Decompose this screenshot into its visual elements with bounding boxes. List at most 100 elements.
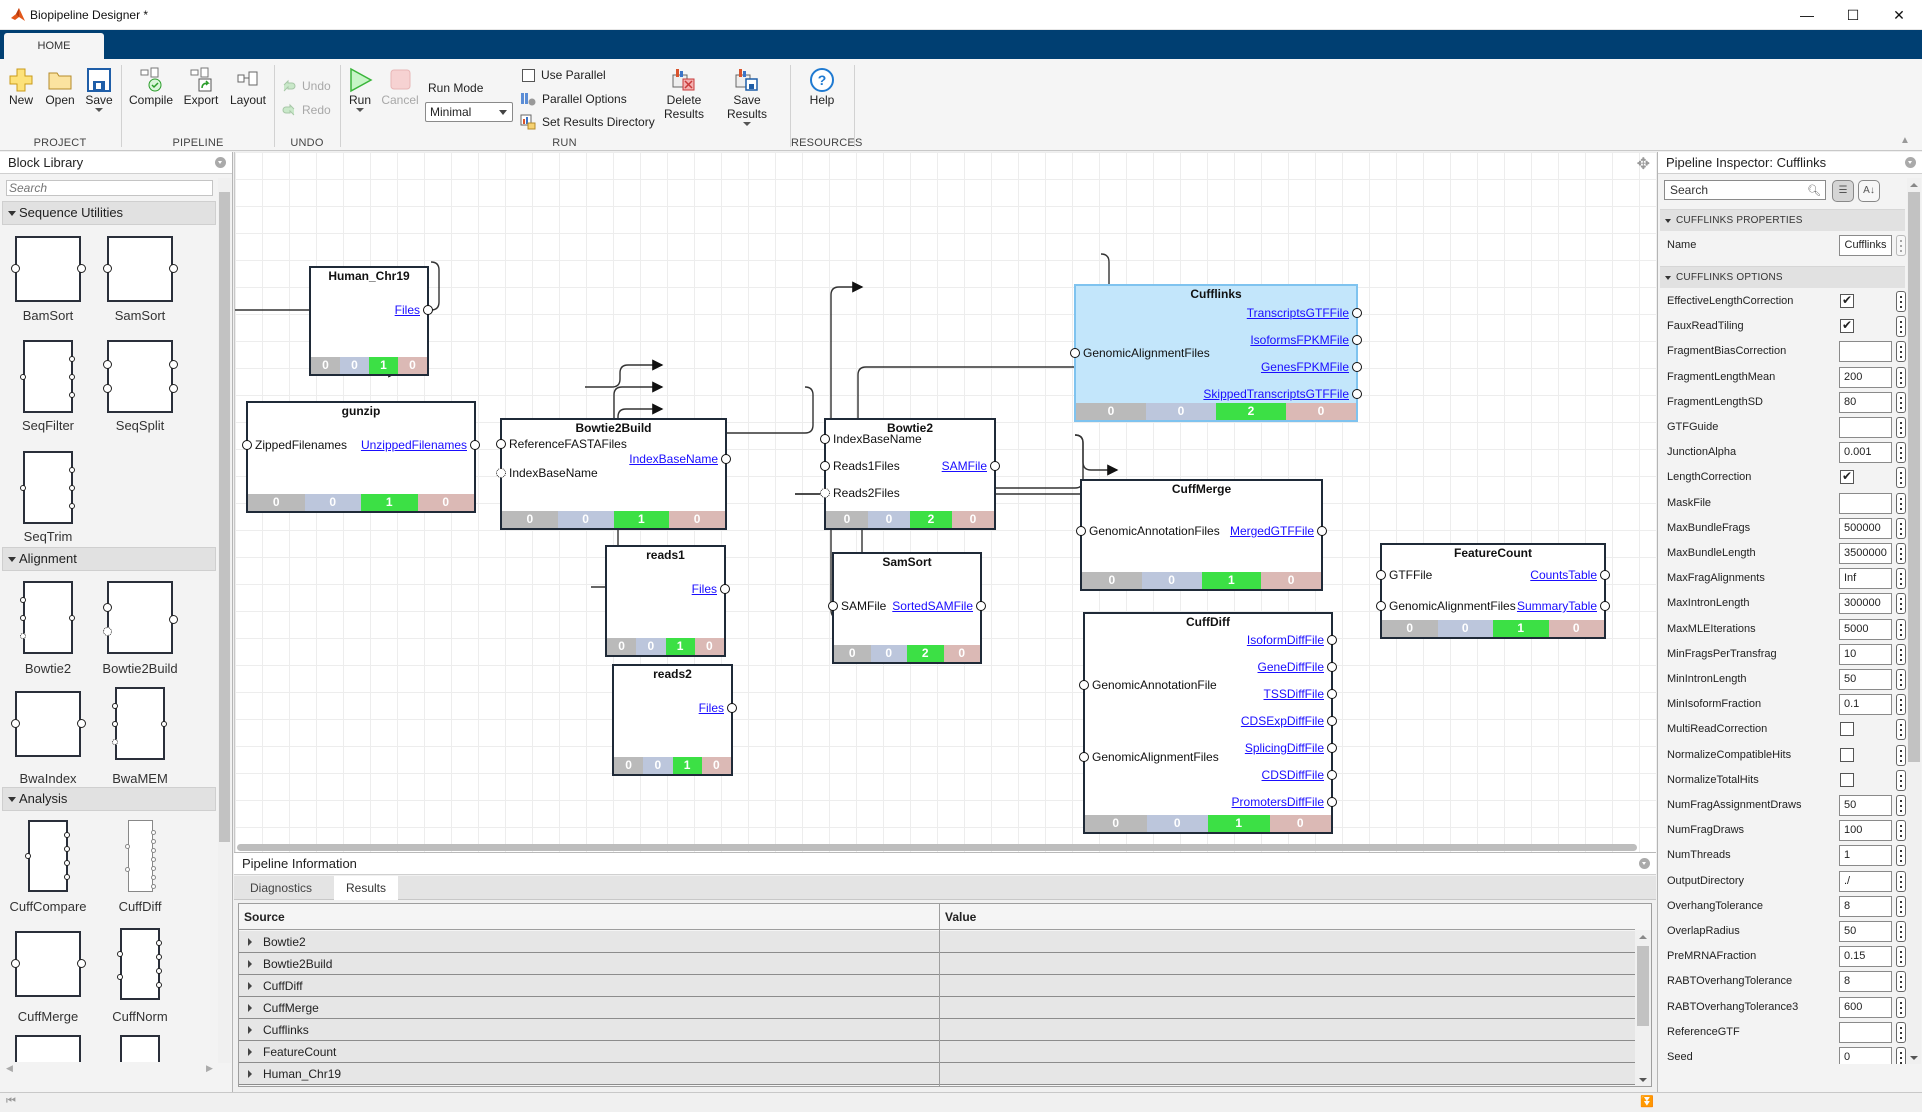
output-port-link[interactable]: Files bbox=[395, 303, 420, 317]
more-options-icon[interactable] bbox=[1896, 492, 1906, 514]
option-value-field[interactable]: 100 bbox=[1839, 820, 1892, 842]
library-block-samsort[interactable]: SamSort bbox=[95, 236, 185, 326]
new-button[interactable]: New bbox=[6, 67, 36, 107]
close-button[interactable]: ✕ bbox=[1876, 0, 1922, 30]
more-options-icon[interactable] bbox=[1896, 568, 1906, 590]
library-block-partial[interactable] bbox=[3, 1035, 93, 1062]
scroll-up-icon[interactable] bbox=[1910, 183, 1918, 187]
more-options-icon[interactable] bbox=[1896, 669, 1906, 690]
pipeline-block-reads2[interactable]: reads2 Files 0 0 1 0 bbox=[612, 664, 737, 776]
output-port-icon[interactable] bbox=[1327, 743, 1337, 753]
pipeline-block-cuffmerge[interactable]: CuffMerge GenomicAnnotationFiles MergedGTF… bbox=[1076, 479, 1327, 591]
more-options-icon[interactable] bbox=[1896, 1047, 1906, 1064]
run-button[interactable]: Run bbox=[346, 67, 374, 112]
output-port-icon[interactable] bbox=[1327, 662, 1337, 672]
output-port-icon[interactable] bbox=[1327, 716, 1337, 726]
panel-menu-icon[interactable] bbox=[1905, 157, 1916, 168]
output-port-link[interactable]: UnzippedFilenames bbox=[361, 438, 467, 452]
more-options-icon[interactable] bbox=[1896, 442, 1906, 464]
more-options-icon[interactable] bbox=[1896, 341, 1906, 363]
pipeline-block-reads1[interactable]: reads1 Files 0 0 1 0 bbox=[605, 545, 730, 657]
save-button[interactable]: Save bbox=[84, 67, 114, 112]
library-block-seqtrim[interactable]: SeqTrim bbox=[3, 451, 93, 547]
set-results-directory-button[interactable]: Set Results Directory bbox=[520, 114, 655, 130]
scrollbar-thumb[interactable] bbox=[219, 192, 230, 842]
more-options-icon[interactable] bbox=[1896, 895, 1906, 917]
pipeline-canvas[interactable]: Human_Chr19 Files 0 0 1 0 gunzip ZippedFilename… bbox=[234, 152, 1656, 852]
more-options-icon[interactable] bbox=[1896, 316, 1906, 338]
output-port-link[interactable]: TSSDiffFile bbox=[1264, 687, 1324, 701]
output-port-link[interactable]: SAMFile bbox=[942, 459, 987, 473]
tab-diagnostics[interactable]: Diagnostics bbox=[238, 876, 324, 900]
input-port-icon[interactable] bbox=[820, 434, 830, 444]
collapse-ribbon-icon[interactable]: ▲ bbox=[1900, 135, 1910, 146]
expand-arrow-icon[interactable] bbox=[248, 1048, 252, 1056]
option-value-field[interactable]: 300000 bbox=[1839, 593, 1892, 615]
library-block-partial[interactable] bbox=[95, 1035, 185, 1062]
output-port-link[interactable]: TranscriptsGTFFile bbox=[1247, 306, 1349, 320]
more-options-icon[interactable] bbox=[1896, 769, 1906, 791]
collapse-panel-icon[interactable]: ⏬ bbox=[1640, 1095, 1654, 1108]
input-port-icon[interactable] bbox=[496, 439, 506, 449]
input-port-icon[interactable] bbox=[828, 601, 838, 611]
output-port-icon[interactable] bbox=[990, 461, 1000, 471]
panel-menu-icon[interactable] bbox=[215, 157, 226, 168]
output-port-link[interactable]: CDSDiffFile bbox=[1262, 768, 1324, 782]
option-value-field[interactable]: ./ bbox=[1839, 870, 1892, 892]
expand-arrow-icon[interactable] bbox=[248, 1026, 252, 1034]
library-block-bowtie2build[interactable]: Bowtie2Build bbox=[95, 581, 185, 677]
pipeline-block-b2build[interactable]: Bowtie2Build ReferenceFASTAFiles IndexBase… bbox=[496, 418, 731, 530]
more-options-icon[interactable] bbox=[1896, 845, 1906, 867]
option-value-field[interactable]: 0.001 bbox=[1839, 442, 1892, 464]
output-port-icon[interactable] bbox=[1352, 308, 1362, 318]
option-checkbox[interactable] bbox=[1840, 722, 1854, 737]
scrollbar-thumb[interactable] bbox=[1637, 946, 1649, 1026]
expand-arrow-icon[interactable] bbox=[248, 1070, 252, 1078]
option-value-field[interactable]: 600 bbox=[1839, 996, 1892, 1018]
expand-arrow-icon[interactable] bbox=[248, 960, 252, 968]
expand-arrow-icon[interactable] bbox=[248, 938, 252, 946]
output-port-icon[interactable] bbox=[1317, 526, 1327, 536]
results-row[interactable]: FeatureCount bbox=[239, 1041, 1635, 1063]
results-vertical-scrollbar[interactable] bbox=[1635, 930, 1651, 1086]
more-options-icon[interactable] bbox=[1896, 946, 1906, 968]
column-divider[interactable] bbox=[939, 904, 940, 1086]
panel-menu-icon[interactable] bbox=[1639, 858, 1650, 869]
undo-button[interactable]: Undo bbox=[282, 79, 331, 93]
more-options-icon[interactable] bbox=[1896, 517, 1906, 539]
scroll-right-icon[interactable]: ▶ bbox=[206, 1063, 213, 1074]
column-header-source[interactable]: Source bbox=[244, 910, 285, 924]
more-options-icon[interactable] bbox=[1896, 593, 1906, 615]
more-options-icon[interactable] bbox=[1896, 971, 1906, 993]
output-port-icon[interactable] bbox=[1327, 770, 1337, 780]
option-value-field[interactable]: 500000 bbox=[1839, 517, 1892, 539]
more-options-icon[interactable] bbox=[1896, 795, 1906, 816]
parallel-options-button[interactable]: Parallel Options bbox=[520, 91, 627, 107]
library-block-cuffdiff[interactable]: CuffDiff bbox=[95, 820, 185, 920]
more-options-icon[interactable] bbox=[1896, 1021, 1906, 1043]
library-block-cuffmerge[interactable]: CuffMerge bbox=[3, 931, 93, 1027]
results-row[interactable]: Bowtie2 bbox=[239, 931, 1635, 953]
category-analysis[interactable]: Analysis bbox=[2, 787, 216, 811]
input-port-icon[interactable] bbox=[820, 488, 830, 498]
output-port-icon[interactable] bbox=[1352, 335, 1362, 345]
category-sequence-utilities[interactable]: Sequence Utilities bbox=[2, 201, 216, 225]
pipeline-block-gunzip[interactable]: gunzip ZippedFilenames UnzippedFilenames 0 0… bbox=[242, 401, 480, 513]
save-results-button[interactable]: Save Results bbox=[712, 67, 782, 126]
library-block-cuffnorm[interactable]: CuffNorm bbox=[95, 928, 185, 1028]
option-checkbox[interactable] bbox=[1840, 469, 1854, 485]
more-options-icon[interactable] bbox=[1896, 366, 1906, 388]
output-port-link[interactable]: GeneDiffFile bbox=[1258, 660, 1324, 674]
output-port-link[interactable]: PromotersDiffFile bbox=[1232, 795, 1324, 809]
save-results-dropdown-arrow-icon[interactable] bbox=[743, 122, 751, 126]
more-options-icon[interactable] bbox=[1896, 996, 1906, 1018]
option-value-field[interactable]: 5000 bbox=[1839, 618, 1892, 640]
output-port-icon[interactable] bbox=[721, 454, 731, 464]
option-value-field[interactable] bbox=[1839, 417, 1892, 438]
option-value-field[interactable]: 8 bbox=[1839, 971, 1892, 993]
pipeline-block-featurecount[interactable]: FeatureCount GTFFile GenomicAlignmentFiles… bbox=[1376, 543, 1610, 639]
option-value-field[interactable] bbox=[1839, 341, 1892, 363]
output-port-link[interactable]: SummaryTable bbox=[1517, 599, 1597, 613]
output-port-link[interactable]: CountsTable bbox=[1530, 568, 1597, 582]
more-options-icon[interactable] bbox=[1896, 694, 1906, 716]
